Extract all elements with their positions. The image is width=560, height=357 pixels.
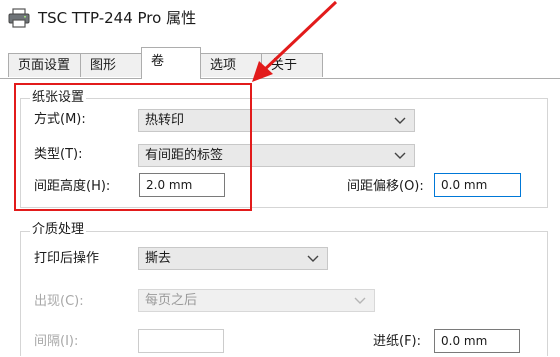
media-handling-title: 介质处理: [30, 222, 87, 238]
interval-input[interactable]: [138, 329, 224, 353]
chevron-down-icon: [394, 117, 406, 124]
occurrence-select[interactable]: 每页之后: [138, 289, 375, 312]
occurrence-value: 每页之后: [145, 293, 198, 308]
tab-graphics[interactable]: 图形: [80, 53, 142, 77]
printer-icon: [8, 8, 30, 28]
occurrence-label: 出现(C):: [34, 294, 84, 309]
window-title: TSC TTP-244 Pro 属性: [38, 9, 197, 27]
gap-offset-input[interactable]: 0.0 mm: [434, 173, 521, 197]
feed-label: 进纸(F):: [373, 334, 422, 349]
after-print-label: 打印后操作: [34, 251, 100, 266]
after-print-value: 撕去: [145, 251, 172, 266]
chevron-down-icon: [307, 255, 319, 262]
feed-input[interactable]: 0.0 mm: [434, 329, 520, 353]
tab-page-setup[interactable]: 页面设置: [8, 53, 81, 77]
chevron-down-icon: [354, 297, 366, 304]
highlight-box: [14, 83, 252, 211]
interval-label: 间隔(I):: [34, 334, 79, 349]
gap-offset-label: 间距偏移(O):: [347, 179, 424, 194]
annotation-arrow: [252, 0, 338, 82]
tab-stock[interactable]: 卷: [141, 47, 201, 79]
after-print-select[interactable]: 撕去: [138, 247, 328, 270]
chevron-down-icon: [394, 152, 406, 159]
